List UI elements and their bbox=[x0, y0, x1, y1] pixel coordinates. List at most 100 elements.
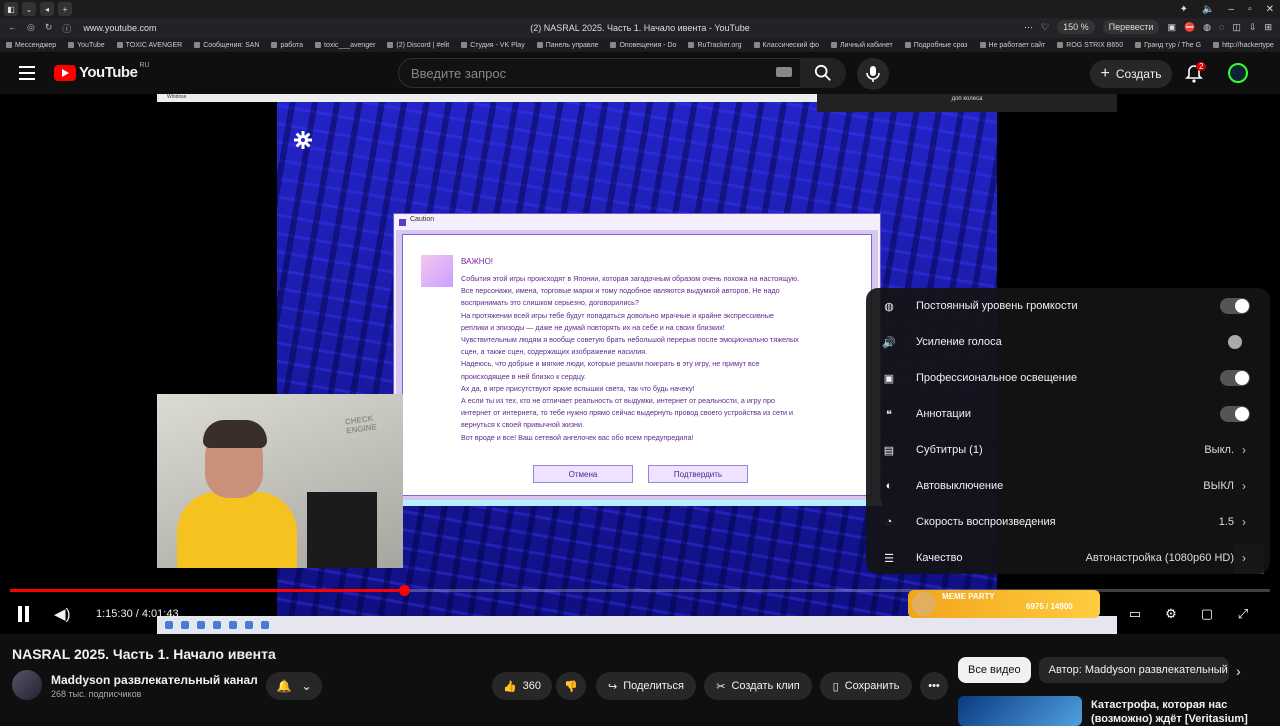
search-icon bbox=[814, 64, 831, 81]
create-button[interactable]: + Создать bbox=[1090, 60, 1172, 88]
settings-row[interactable]: ◔ Скорость воспроизведения 1.5 › bbox=[866, 504, 1270, 540]
translate-button[interactable]: Перевести bbox=[1102, 20, 1160, 34]
forward-icon[interactable]: ◎ bbox=[27, 22, 35, 35]
speaker-icon[interactable]: 🔈 bbox=[1202, 4, 1214, 15]
new-tab-button[interactable]: + bbox=[58, 2, 72, 16]
recommended-thumbnail[interactable] bbox=[958, 696, 1082, 726]
subtitles-toggle-icon[interactable]: ▭ bbox=[1126, 606, 1144, 622]
subtitles-icon: ▤ bbox=[883, 444, 895, 457]
bookmark-item[interactable]: toxic___avenger bbox=[315, 42, 375, 49]
settings-row[interactable]: ▣ Профессиональное освещение bbox=[866, 360, 1270, 396]
extensions-icon[interactable]: ✦ bbox=[1180, 4, 1188, 15]
fullscreen-icon[interactable]: ⤢ bbox=[1234, 606, 1252, 622]
bookmark-item[interactable]: Подробные сраз bbox=[904, 42, 968, 49]
progress-scrubber[interactable] bbox=[398, 585, 410, 596]
chip-author[interactable]: Автор: Maddyson развлекательный bbox=[1038, 657, 1229, 683]
mic-icon bbox=[866, 66, 880, 82]
bookmark-item[interactable]: Личный кабинет bbox=[831, 42, 893, 49]
share-button[interactable]: ↪ Поделиться bbox=[596, 672, 696, 700]
settings-row[interactable]: 🔊 Усиление голоса bbox=[866, 324, 1270, 360]
toolbar-icon-7[interactable]: ⊞ bbox=[1264, 22, 1272, 33]
minimize-icon[interactable]: – bbox=[1229, 4, 1235, 15]
back-icon[interactable]: ← bbox=[8, 22, 17, 35]
bookmark-item[interactable]: Мессенджер bbox=[6, 42, 56, 49]
bookmark-item[interactable]: RuTracker.org bbox=[688, 42, 742, 49]
settings-row[interactable]: ◍ Постоянный уровень громкости bbox=[866, 288, 1270, 324]
chip-all-videos[interactable]: Все видео bbox=[958, 657, 1031, 683]
bookmark-item[interactable]: Гранд тур / The G bbox=[1135, 42, 1201, 49]
site-info-icon[interactable]: ⓘ bbox=[62, 22, 71, 35]
cancel-button[interactable]: Отмена bbox=[533, 465, 633, 483]
confirm-button[interactable]: Подтвердить bbox=[648, 465, 748, 483]
bookmark-item[interactable]: http://hackertype bbox=[1213, 42, 1274, 49]
theater-mode-icon[interactable]: ▢ bbox=[1198, 606, 1216, 622]
stream-overlay-box: доп колеса bbox=[817, 94, 1117, 112]
keyboard-icon[interactable] bbox=[776, 67, 792, 77]
settings-row[interactable]: ▤ Субтитры (1) Выкл. › bbox=[866, 432, 1270, 468]
maximize-icon[interactable]: ▫ bbox=[1248, 4, 1252, 15]
bookmark-label: http://hackertype bbox=[1222, 41, 1274, 49]
url-field[interactable]: www.youtube.com bbox=[83, 23, 156, 33]
like-button[interactable]: 👍 360 bbox=[492, 672, 552, 700]
bookmark-item[interactable]: работа bbox=[271, 42, 303, 49]
active-tab[interactable]: ◂ bbox=[40, 2, 54, 16]
settings-toggle[interactable] bbox=[1220, 370, 1250, 386]
settings-row[interactable]: ❝ Аннотации bbox=[866, 396, 1270, 432]
bookmark-label: ROG STRIX B650 bbox=[1066, 41, 1124, 49]
bookmark-item[interactable]: Панель управле bbox=[536, 42, 598, 49]
settings-toggle[interactable] bbox=[1220, 334, 1250, 350]
check-engine-logo: CHECK ENGINE bbox=[344, 413, 378, 436]
chevron-right-icon[interactable]: › bbox=[1236, 663, 1241, 679]
bookmark-favicon-icon bbox=[315, 42, 322, 48]
youtube-logo[interactable]: YouTube RU bbox=[54, 62, 150, 81]
bookmark-item[interactable]: Не работает сайт bbox=[979, 42, 1045, 49]
channel-name[interactable]: Maddyson развлекательный канал bbox=[51, 673, 258, 687]
bookmark-item[interactable]: ROG STRIX B650 bbox=[1057, 42, 1123, 49]
toolbar-icon-5[interactable]: ◫ bbox=[1232, 22, 1241, 33]
recommended-title[interactable]: Катастрофа, которая нас (возможно) ждёт … bbox=[1091, 698, 1271, 726]
save-button[interactable]: ▯ Сохранить bbox=[820, 672, 912, 700]
settings-row[interactable]: ☰ Качество Автонастройка (1080p60 HD) › bbox=[866, 540, 1270, 576]
toolbar-icon-3[interactable]: ◍ bbox=[1203, 22, 1211, 33]
menu-icon[interactable] bbox=[19, 66, 35, 80]
subscription-bell-button[interactable]: 🔔 ⌄ bbox=[266, 672, 322, 700]
more-dots-icon: ••• bbox=[928, 680, 940, 692]
search-input[interactable]: Введите запрос bbox=[398, 58, 804, 88]
toolbar-icon-4[interactable]: ◌ bbox=[1219, 22, 1224, 32]
more-icon[interactable]: ⋯ bbox=[1024, 22, 1033, 33]
account-avatar[interactable] bbox=[1228, 63, 1248, 83]
bookmark-page-icon[interactable]: ♡ bbox=[1041, 22, 1049, 33]
volume-icon[interactable]: ◀) bbox=[54, 605, 71, 623]
app-menu-icon[interactable]: ◧ bbox=[4, 2, 18, 16]
webcam-person-hair bbox=[203, 420, 267, 448]
settings-label: Качество bbox=[916, 552, 963, 564]
bookmark-item[interactable]: Классический фо bbox=[753, 42, 819, 49]
channel-avatar[interactable] bbox=[12, 670, 42, 700]
toolbar-icon-2[interactable]: ⛔ bbox=[1184, 22, 1195, 33]
pause-icon[interactable] bbox=[17, 606, 31, 622]
bookmark-item[interactable]: YouTube bbox=[68, 42, 105, 49]
toolbar-icon-1[interactable]: ▣ bbox=[1167, 22, 1176, 33]
search-button[interactable] bbox=[800, 58, 846, 88]
zoom-indicator[interactable]: 150 % bbox=[1057, 20, 1095, 34]
reload-icon[interactable]: ↻ bbox=[45, 22, 53, 35]
dislike-button[interactable]: 👎 bbox=[556, 672, 586, 700]
toolbar-icon-6[interactable]: ⇩ bbox=[1249, 22, 1257, 33]
video-player[interactable]: Windose доп колеса Caution ВАЖНО! Событи… bbox=[0, 94, 1280, 634]
bookmark-item[interactable]: Оповещения - Do bbox=[610, 42, 676, 49]
settings-toggle[interactable] bbox=[1220, 406, 1250, 422]
settings-toggle[interactable] bbox=[1220, 298, 1250, 314]
bookmark-item[interactable]: Студия - VK Play bbox=[461, 42, 525, 49]
tab-list-icon[interactable]: ⌄ bbox=[22, 2, 36, 16]
close-window-icon[interactable]: ✕ bbox=[1266, 4, 1274, 15]
more-actions-button[interactable]: ••• bbox=[920, 672, 948, 700]
clip-button[interactable]: ✂ Создать клип bbox=[704, 672, 812, 700]
settings-row[interactable]: ◐ Автовыключение ВЫКЛ › bbox=[866, 468, 1270, 504]
settings-gear-icon[interactable]: ⚙ bbox=[1162, 606, 1180, 622]
bookmark-item[interactable]: TOXIC AVENGER bbox=[116, 42, 182, 49]
dialog-bottom-bar bbox=[396, 500, 882, 506]
voice-search-button[interactable] bbox=[857, 58, 889, 90]
bookmark-favicon-icon bbox=[831, 42, 838, 48]
bookmark-item[interactable]: Сообщения: SAN bbox=[194, 42, 259, 49]
bookmark-item[interactable]: (2) Discord | #elit bbox=[387, 42, 449, 49]
